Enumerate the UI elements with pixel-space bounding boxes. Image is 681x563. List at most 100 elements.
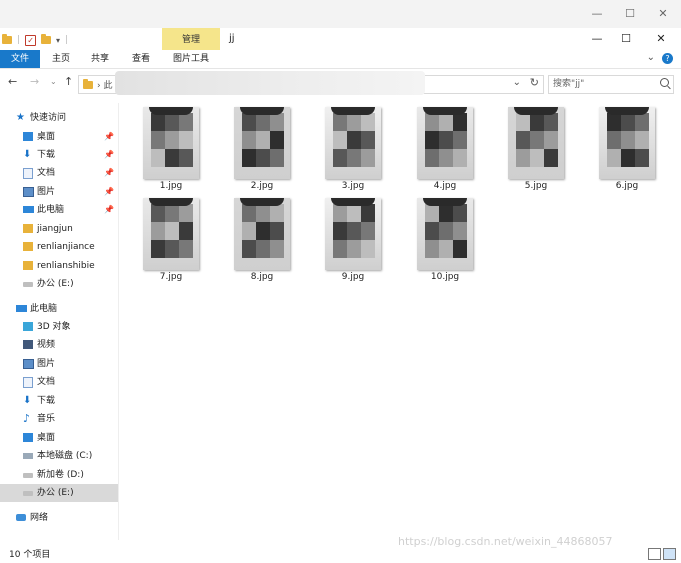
details-view-icon[interactable]	[648, 548, 661, 560]
sidebar-item-downloads[interactable]: ⬇ 下载 📌	[0, 146, 118, 164]
mosaic-tile	[256, 149, 270, 167]
file-item[interactable]: 1.jpg	[143, 107, 199, 195]
navigation-bar: ← → ⌄ ↑ › 此 ⌄ ↻	[0, 69, 681, 97]
forward-arrow-icon[interactable]: →	[30, 75, 39, 88]
tab-home[interactable]: 主页	[48, 50, 74, 68]
file-item[interactable]: 3.jpg	[325, 107, 381, 195]
tab-picture-tools[interactable]: 图片工具	[162, 50, 220, 68]
sidebar-item-renlianjiance[interactable]: renlianjiance	[0, 238, 118, 256]
sidebar-item-office-e-quick[interactable]: 办公 (E:)	[0, 275, 118, 293]
mosaic-tile	[256, 222, 270, 240]
up-arrow-icon[interactable]: ↑	[64, 75, 73, 88]
qat-dropdown-icon[interactable]: ▾	[56, 36, 60, 45]
sidebar-item-drive-d[interactable]: 新加卷 (D:)	[0, 466, 118, 484]
breadcrumb[interactable]: › 此	[97, 78, 112, 91]
mosaic-tile	[179, 222, 193, 240]
pin-icon[interactable]: 📌	[104, 128, 114, 146]
pin-icon[interactable]: 📌	[104, 164, 114, 182]
sidebar-quick-access[interactable]: ★ 快速访问	[0, 109, 118, 127]
sidebar-item-3d-objects[interactable]: 3D 对象	[0, 318, 118, 336]
sidebar-item-jiangjun[interactable]: jiangjun	[0, 220, 118, 238]
sidebar-this-pc[interactable]: 此电脑	[0, 300, 118, 318]
properties-icon[interactable]: ✓	[25, 34, 37, 46]
sidebar-item-drive-e[interactable]: 办公 (E:)	[0, 484, 118, 502]
file-item[interactable]: 7.jpg	[143, 198, 199, 286]
sidebar-item-this-pc-quick[interactable]: 此电脑 📌	[0, 201, 118, 219]
sidebar-item-renlianshibie[interactable]: renlianshibie	[0, 257, 118, 275]
hair-shape	[240, 198, 284, 206]
sidebar-item-drive-c[interactable]: 本地磁盘 (C:)	[0, 447, 118, 465]
pin-icon[interactable]: 📌	[104, 183, 114, 201]
mosaic-tile	[453, 113, 467, 131]
address-bar[interactable]: › 此 ⌄ ↻	[78, 71, 544, 95]
mosaic-tile	[425, 222, 439, 240]
tab-view[interactable]: 查看	[128, 50, 154, 68]
mosaic-tile	[361, 149, 375, 167]
file-item[interactable]: 6.jpg	[599, 107, 655, 195]
sidebar-item-pictures[interactable]: 图片 📌	[0, 183, 118, 201]
hair-shape	[423, 198, 467, 206]
mosaic-tile	[516, 149, 530, 167]
sidebar-item-documents[interactable]: 文档 📌	[0, 164, 118, 182]
image-thumbnail	[325, 107, 381, 179]
file-item[interactable]: 9.jpg	[325, 198, 381, 286]
sidebar-item-pc-pictures[interactable]: 图片	[0, 355, 118, 373]
expand-ribbon-icon[interactable]: ⌄	[647, 52, 655, 63]
tab-file[interactable]: 文件	[0, 50, 40, 68]
file-item[interactable]: 8.jpg	[234, 198, 290, 286]
address-dropdown-icon[interactable]: ⌄	[513, 77, 521, 88]
mosaic-tile	[544, 113, 558, 131]
sidebar-item-pc-documents[interactable]: 文档	[0, 373, 118, 391]
ribbon-tabs: 文件 主页 共享 查看 图片工具 ⌄ ?	[0, 50, 681, 69]
mosaic-tile	[270, 204, 284, 222]
back-arrow-icon[interactable]: ←	[8, 75, 17, 88]
mosaic-tile	[333, 222, 347, 240]
picture-icon	[23, 187, 34, 197]
drive-icon	[23, 473, 33, 478]
navigation-pane: ★ 快速访问 桌面 📌 ⬇ 下载 📌 文档 📌 图片 📌 此电脑 📌 jiang…	[0, 103, 119, 540]
new-folder-icon[interactable]	[41, 34, 52, 44]
mosaic-tile	[347, 240, 361, 258]
tab-share[interactable]: 共享	[87, 50, 113, 68]
file-item[interactable]: 2.jpg	[234, 107, 290, 195]
context-tab-manage[interactable]: 管理	[162, 28, 220, 51]
sidebar-item-pc-desktop[interactable]: 桌面	[0, 429, 118, 447]
large-icons-view-icon[interactable]	[663, 548, 676, 560]
mosaic-tile	[439, 113, 453, 131]
sidebar-item-videos[interactable]: 视频	[0, 336, 118, 354]
search-box[interactable]	[548, 75, 674, 94]
sidebar-item-desktop[interactable]: 桌面 📌	[0, 128, 118, 146]
file-name: 9.jpg	[341, 272, 365, 282]
sidebar-item-music[interactable]: ♪ 音乐	[0, 410, 118, 428]
mosaic-tile	[425, 204, 439, 222]
sidebar-network[interactable]: 网络	[0, 509, 118, 527]
file-item[interactable]: 4.jpg	[417, 107, 473, 195]
file-item[interactable]: 10.jpg	[417, 198, 473, 286]
mosaic-tile	[544, 131, 558, 149]
refresh-icon[interactable]: ↻	[530, 76, 539, 89]
close-icon[interactable]: ✕	[648, 31, 674, 47]
mosaic-tile	[635, 131, 649, 149]
network-icon	[16, 514, 26, 521]
pin-icon[interactable]: 📌	[104, 201, 114, 219]
computer-icon	[16, 305, 27, 312]
hair-shape	[331, 198, 375, 206]
mosaic-tile	[607, 113, 621, 131]
search-icon[interactable]	[660, 78, 669, 87]
mosaic-tile	[333, 240, 347, 258]
maximize-icon[interactable]: ☐	[613, 31, 639, 47]
outer-close-icon[interactable]: ✕	[648, 6, 678, 22]
mosaic-tile	[347, 204, 361, 222]
file-item[interactable]: 5.jpg	[508, 107, 564, 195]
recent-locations-icon[interactable]: ⌄	[50, 77, 57, 86]
mosaic-tile	[179, 131, 193, 149]
search-input[interactable]	[549, 76, 653, 91]
pin-icon[interactable]: 📌	[104, 146, 114, 164]
mosaic-tile	[151, 113, 165, 131]
minimize-icon[interactable]: —	[584, 31, 610, 47]
outer-minimize-icon[interactable]: —	[582, 6, 612, 22]
sidebar-item-pc-downloads[interactable]: ⬇ 下载	[0, 392, 118, 410]
cube-icon	[23, 322, 33, 331]
outer-maximize-icon[interactable]: ☐	[615, 6, 645, 22]
help-icon[interactable]: ?	[662, 53, 673, 64]
